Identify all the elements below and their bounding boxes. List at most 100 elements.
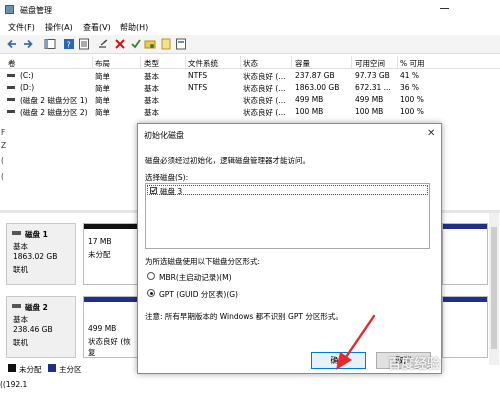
col-filesystem[interactable]: 文件系统: [188, 58, 218, 69]
cell-layout: 简单: [95, 96, 110, 105]
open-folder-icon[interactable]: [144, 38, 156, 50]
mbr-option-label[interactable]: MBR(主启动记录)(M): [159, 272, 232, 283]
disk-1-unallocated-partition[interactable]: 17 MB 未分配: [83, 223, 139, 285]
gpt-radio[interactable]: [147, 289, 155, 297]
forward-arrow-icon[interactable]: [22, 38, 34, 50]
dialog-message: 磁盘必须经过初始化，逻辑磁盘管理器才能访问。: [145, 156, 310, 165]
col-status[interactable]: 状态: [243, 58, 258, 69]
column-divider[interactable]: [397, 56, 398, 68]
delete-icon[interactable]: [114, 38, 126, 50]
table-row[interactable]: (磁盘 2 磁盘分区 2) 简单 基本 状态良好 (... 100 MB 100…: [0, 106, 500, 117]
col-layout[interactable]: 布局: [95, 58, 110, 69]
scrollbar-thumb[interactable]: [491, 227, 497, 349]
menu-file[interactable]: 文件(F): [8, 22, 35, 33]
partition-size: 499 MB: [88, 324, 117, 333]
legend-unallocated: 未分配: [19, 365, 42, 374]
select-disk-label: 选择磁盘(S):: [145, 173, 189, 182]
annotation-arrow-icon: [336, 314, 376, 370]
cell-status: 状态良好 (...: [243, 96, 286, 105]
cell-layout: 简单: [95, 72, 110, 81]
checkmark-icon: [151, 188, 156, 193]
cell-filesystem: NTFS: [188, 71, 208, 80]
disk-icon: [12, 304, 21, 308]
help-icon[interactable]: ?: [63, 38, 75, 50]
back-arrow-icon[interactable]: [6, 38, 18, 50]
cell-capacity: 100 MB: [295, 107, 324, 116]
col-percent-free[interactable]: % 可用: [400, 58, 425, 69]
menu-help[interactable]: 帮助(H): [120, 22, 148, 33]
disk-2-partition-right[interactable]: [442, 296, 488, 358]
partition-style-label: 为所选磁盘使用以下磁盘分区形式:: [145, 257, 261, 266]
clipped-text: F: [1, 128, 6, 137]
primary-partition-bar: [443, 224, 487, 229]
disk-map-scrollbar[interactable]: [489, 213, 499, 365]
watermark: 百度经验: [388, 357, 441, 372]
clipped-text: Z: [1, 141, 7, 150]
dialog-title: 初始化磁盘: [144, 131, 184, 140]
connect-icon[interactable]: [98, 38, 110, 50]
cell-filesystem: NTFS: [188, 83, 208, 92]
col-capacity[interactable]: 容量: [295, 58, 310, 69]
console-tree-icon[interactable]: [44, 38, 56, 50]
menu-action[interactable]: 操作(A): [45, 22, 73, 33]
table-row[interactable]: (磁盘 2 磁盘分区 1) 简单 基本 状态良好 (... 499 MB 499…: [0, 94, 500, 105]
col-volume[interactable]: 卷: [8, 58, 16, 69]
column-divider[interactable]: [185, 56, 186, 68]
disk-list[interactable]: 磁盘 3: [145, 183, 430, 249]
menu-bar: 文件(F) 操作(A) 查看(V) 帮助(H): [0, 20, 500, 34]
cell-layout: 简单: [95, 84, 110, 93]
unallocated-bar: [84, 224, 138, 229]
cell-layout: 简单: [95, 108, 110, 117]
gpt-option-label[interactable]: GPT (GUID 分区表)(G): [159, 289, 238, 300]
cell-free-space: 97.73 GB: [355, 71, 390, 80]
disk-list-icon[interactable]: [175, 38, 187, 50]
table-row[interactable]: (C:) 简单 基本 NTFS 状态良好 (... 237.87 GB 97.7…: [0, 70, 500, 81]
column-divider[interactable]: [92, 56, 93, 68]
cell-free-space: 672.31 ...: [355, 83, 391, 92]
volume-icon: [7, 74, 15, 77]
disk-icon: [12, 231, 21, 235]
cell-capacity: 237.87 GB: [295, 71, 335, 80]
cell-volume: (磁盘 2 磁盘分区 2): [20, 108, 88, 117]
disk-1-type: 基本: [13, 242, 28, 251]
cell-type: 基本: [144, 108, 159, 117]
menu-view[interactable]: 查看(V): [83, 22, 111, 33]
properties-icon[interactable]: [78, 38, 90, 50]
disk-3-checkbox[interactable]: [150, 187, 157, 194]
cell-capacity: 499 MB: [295, 95, 324, 104]
disk-1-partition-right[interactable]: [442, 223, 488, 285]
disk-1-status: 联机: [13, 265, 28, 274]
column-divider[interactable]: [351, 56, 352, 68]
minimize-icon[interactable]: [440, 8, 449, 9]
partition-status: 未分配: [88, 250, 111, 259]
cell-type: 基本: [144, 84, 159, 93]
mbr-radio[interactable]: [147, 272, 155, 280]
checkmark-icon[interactable]: [130, 38, 142, 50]
col-free-space[interactable]: 可用空间: [355, 58, 385, 69]
list-item[interactable]: 磁盘 3: [147, 185, 428, 196]
disk-2-label[interactable]: 磁盘 2 基本 238.46 GB 联机: [6, 296, 76, 358]
disk-1-size: 1863.02 GB: [13, 252, 58, 261]
close-icon[interactable]: ✕: [427, 128, 435, 139]
cell-free-space: 499 MB: [355, 95, 384, 104]
volume-icon: [7, 98, 15, 101]
disk-2-recovery-partition[interactable]: 499 MB 状态良好 (恢复: [83, 296, 139, 358]
rescan-disks-icon[interactable]: [160, 38, 172, 50]
cell-status: 状态良好 (...: [243, 108, 286, 117]
cell-type: 基本: [144, 72, 159, 81]
cell-percent-free: 41 %: [400, 71, 420, 80]
disk-1-label[interactable]: 磁盘 1 基本 1863.02 GB 联机: [6, 223, 76, 285]
primary-partition-bar: [84, 297, 138, 302]
column-divider[interactable]: [291, 56, 292, 68]
column-divider[interactable]: [240, 56, 241, 68]
volume-icon: [7, 110, 15, 113]
disk-2-type: 基本: [13, 315, 28, 324]
clipped-text: ((192.1: [0, 380, 28, 389]
column-divider[interactable]: [140, 56, 141, 68]
disk-2-size: 238.46 GB: [13, 325, 53, 334]
col-type[interactable]: 类型: [144, 58, 159, 69]
table-row[interactable]: (D:) 简单 基本 NTFS 状态良好 (... 1863.00 GB 672…: [0, 82, 500, 93]
primary-legend-swatch: [48, 364, 56, 372]
legend-primary: 主分区: [59, 365, 82, 374]
svg-text:?: ?: [67, 41, 71, 50]
